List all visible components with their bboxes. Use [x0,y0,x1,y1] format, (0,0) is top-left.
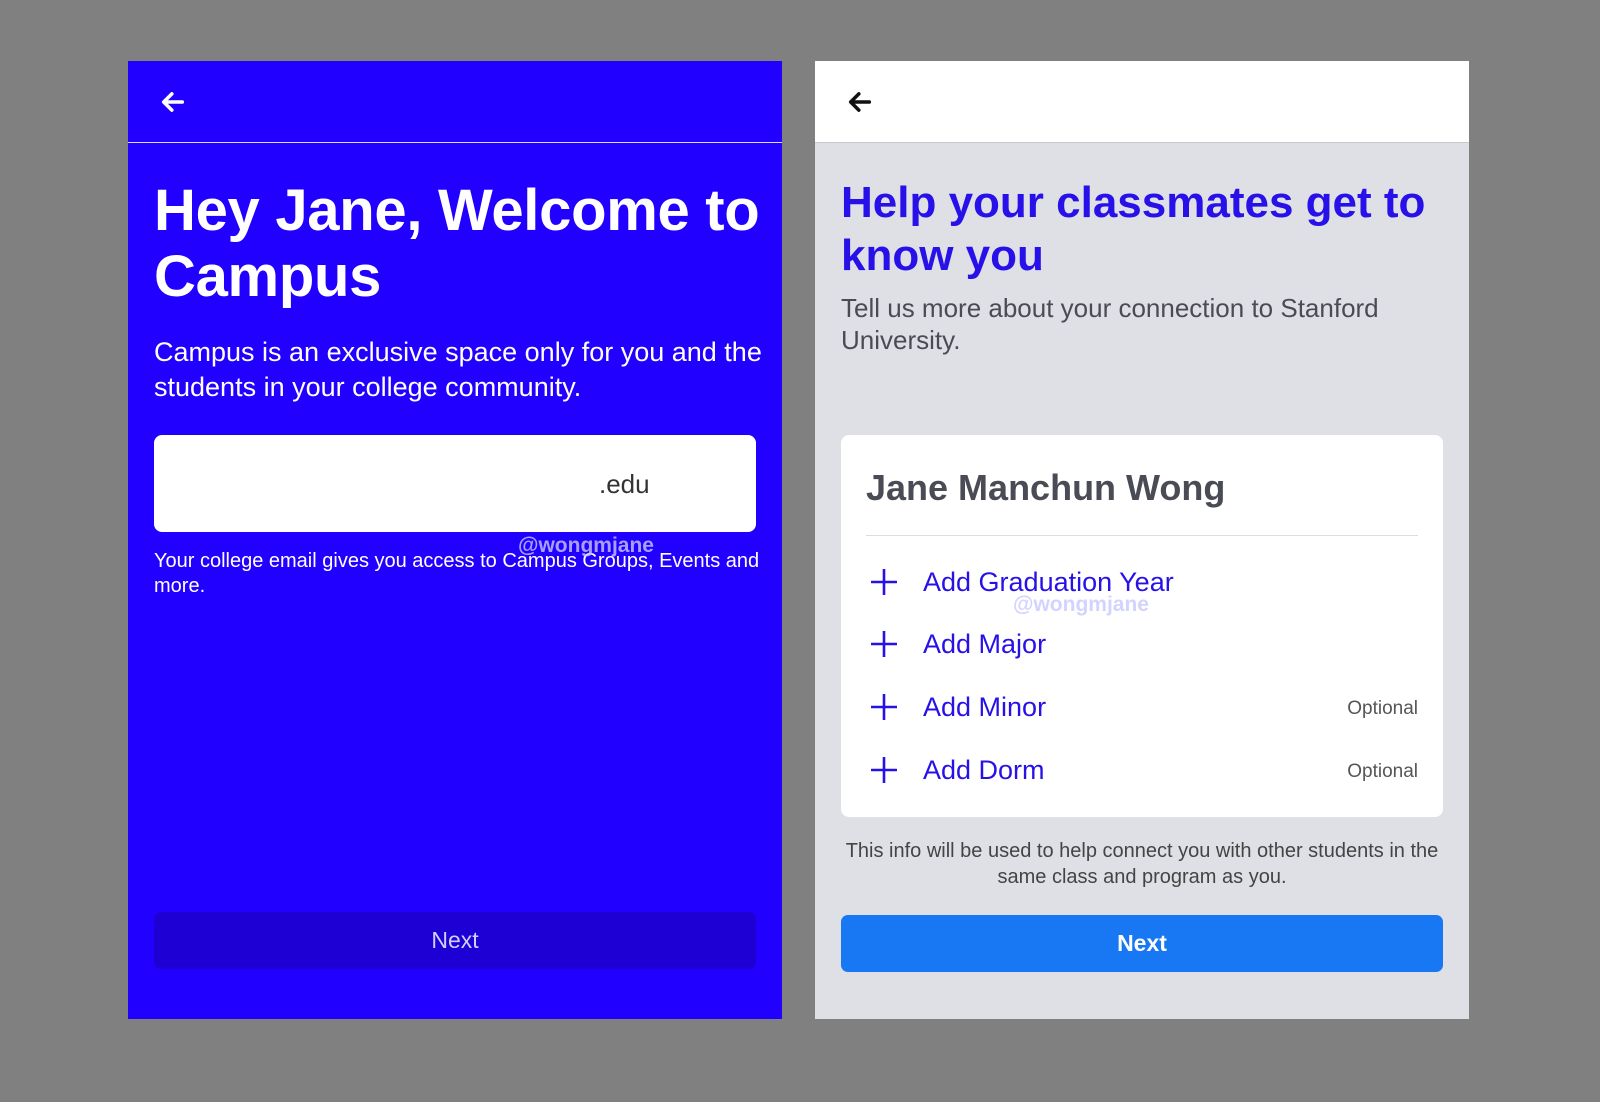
field-label: Add Minor [923,692,1047,722]
optional-label: Optional [1347,761,1418,782]
field-label: Add Graduation Year [923,567,1174,597]
email-domain-suffix: .edu [599,469,650,499]
next-button[interactable]: Next [154,912,756,969]
top-bar [128,61,782,143]
welcome-screen: Hey Jane, Welcome to Campus Campus is an… [128,61,782,1019]
add-minor-row[interactable]: Add Minor Optional [866,682,1418,732]
plus-icon [871,757,897,783]
page-subtitle: Tell us more about your connection to St… [841,293,1379,355]
profile-info-screen: Help your classmates get to know you Tel… [815,61,1469,1019]
page-title: Help your classmates get to know you [841,178,1426,280]
add-dorm-row[interactable]: Add Dorm Optional [866,745,1418,795]
profile-name: Jane Manchun Wong [866,467,1226,508]
add-graduation-year-row[interactable]: Add Graduation Year [866,557,1418,607]
page-title: Hey Jane, Welcome to Campus [154,178,760,309]
back-button[interactable] [843,85,877,119]
add-major-row[interactable]: Add Major [866,619,1418,669]
email-field[interactable] [154,435,760,534]
profile-card: Jane Manchun Wong Add Graduation Year Ad… [841,435,1443,817]
back-arrow-icon [161,92,185,112]
back-button[interactable] [156,85,190,119]
field-label: Add Dorm [923,755,1045,785]
info-footnote: This info will be used to help connect y… [845,840,1439,888]
email-hint: Your college email gives you access to C… [154,550,760,597]
plus-icon [871,694,897,720]
plus-icon [871,631,897,657]
field-label: Add Major [923,629,1047,659]
top-bar [815,61,1469,143]
optional-label: Optional [1347,698,1418,719]
plus-icon [871,569,897,595]
page-description: Campus is an exclusive space only for yo… [154,337,762,402]
next-button[interactable]: Next [841,915,1443,972]
back-arrow-icon [848,92,872,112]
divider [866,535,1418,536]
email-field-container: .edu [154,435,760,534]
